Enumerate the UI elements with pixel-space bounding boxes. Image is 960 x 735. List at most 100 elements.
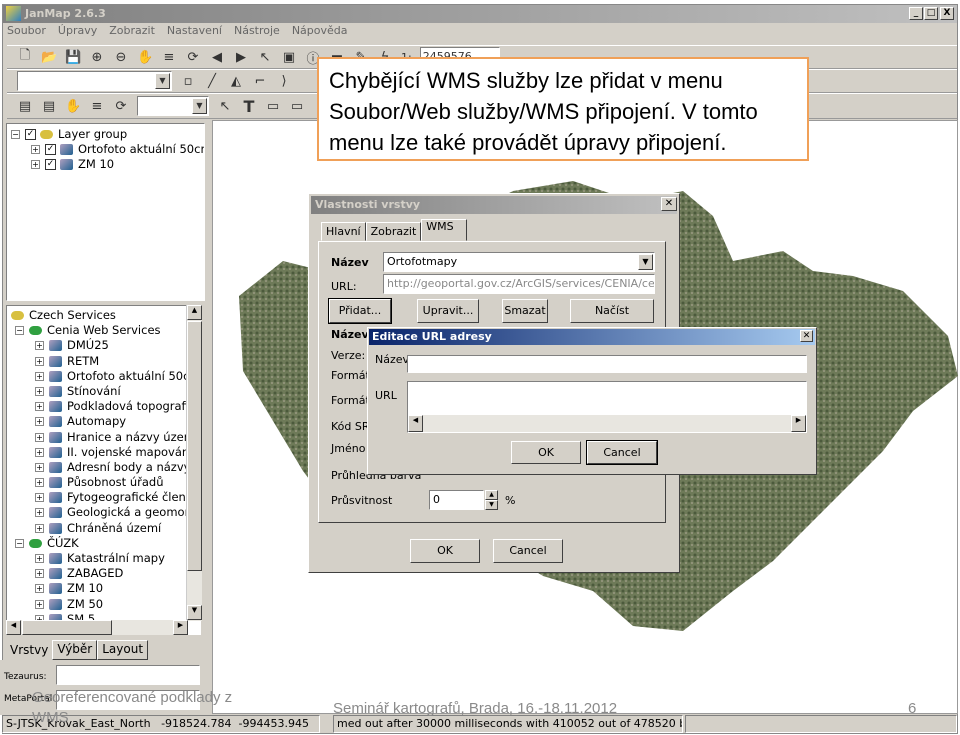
expand-icon[interactable]: + xyxy=(35,599,44,609)
url-name-input[interactable] xyxy=(407,355,807,373)
expand-icon[interactable]: + xyxy=(35,508,44,518)
refresh-icon[interactable]: ⟳ xyxy=(185,50,201,65)
expand-icon[interactable]: + xyxy=(35,447,44,457)
tab-zobrazit[interactable]: Zobrazit xyxy=(365,222,422,241)
text-tool-icon[interactable]: T xyxy=(241,97,257,116)
edit-button[interactable]: Upravit... xyxy=(417,299,479,323)
spin-down-icon[interactable]: ▼ xyxy=(485,500,498,510)
pan-icon[interactable]: ✋ xyxy=(137,50,153,65)
tree-item-service[interactable]: + ZM 50 xyxy=(11,597,200,612)
collapse-icon[interactable]: − xyxy=(15,538,24,548)
scroll-thumb[interactable] xyxy=(187,321,202,571)
zoom-in-icon[interactable]: ⊕ xyxy=(89,50,105,65)
scroll-left-icon[interactable]: ◀ xyxy=(6,620,21,635)
checkbox[interactable]: ✓ xyxy=(25,129,36,140)
tree-item-layer[interactable]: + ✓ Ortofoto aktuální 50cm xyxy=(11,142,204,157)
tab-vyber[interactable]: Výběr xyxy=(52,640,98,660)
expand-icon[interactable]: + xyxy=(35,371,44,381)
close-icon[interactable]: ✕ xyxy=(800,330,813,342)
layout-zoom-out-icon[interactable]: ▤ xyxy=(41,99,57,114)
tree-item-layer[interactable]: + ✓ ZM 10 xyxy=(11,157,204,172)
close-button[interactable]: X xyxy=(940,7,954,20)
tree-item-service[interactable]: + Geologická a geomorfol xyxy=(11,505,200,520)
collapse-icon[interactable]: − xyxy=(15,326,24,336)
tree-item-service[interactable]: + II. vojenské mapování xyxy=(11,445,200,460)
expand-icon[interactable]: + xyxy=(35,462,44,472)
zoom-out-icon[interactable]: ⊖ xyxy=(113,50,129,65)
tab-layout[interactable]: Layout xyxy=(97,640,149,660)
menu-napoveda[interactable]: Nápověda xyxy=(292,24,348,37)
scroll-thumb[interactable] xyxy=(22,620,112,635)
tree-item-service[interactable]: + Působnost úřadů xyxy=(11,475,200,490)
scroll-up-icon[interactable]: ▲ xyxy=(187,305,202,320)
split-icon[interactable]: ⟩ xyxy=(276,74,292,89)
layout-select-icon[interactable]: ↖ xyxy=(217,99,233,114)
layout-refresh-icon[interactable]: ⟳ xyxy=(113,99,129,114)
select-rect-icon[interactable]: ▣ xyxy=(281,50,297,65)
tree-item-service[interactable]: + ZM 10 xyxy=(11,581,200,596)
tree-item-service[interactable]: − Cenia Web Services xyxy=(11,323,200,338)
tree-item-service[interactable]: + Stínování xyxy=(11,384,200,399)
line-icon[interactable]: ╱ xyxy=(204,74,220,89)
layout-zoom-in-icon[interactable]: ▤ xyxy=(17,99,33,114)
tab-wms[interactable]: WMS xyxy=(421,219,467,241)
chevron-down-icon[interactable]: ▼ xyxy=(638,254,653,270)
horizontal-scrollbar[interactable]: ◀ ▶ xyxy=(6,620,188,635)
tree-item-service[interactable]: + Adresní body a názvy ul xyxy=(11,460,200,475)
horizontal-scrollbar[interactable]: ◀ ▶ xyxy=(408,415,806,432)
menu-soubor[interactable]: Soubor xyxy=(7,24,46,37)
expand-icon[interactable]: + xyxy=(35,432,44,442)
menu-nastaveni[interactable]: Nastavení xyxy=(167,24,222,37)
expand-icon[interactable]: + xyxy=(31,160,40,170)
expand-icon[interactable]: + xyxy=(31,145,40,155)
scalebar-icon[interactable]: ▭ xyxy=(265,99,281,114)
select-icon[interactable]: ↖ xyxy=(257,50,273,65)
scroll-right-icon[interactable]: ▶ xyxy=(791,415,806,432)
point-icon[interactable]: ▫ xyxy=(180,74,196,89)
expand-icon[interactable]: + xyxy=(35,417,44,427)
expand-icon[interactable]: + xyxy=(35,402,44,412)
menu-upravy[interactable]: Úpravy xyxy=(58,24,97,37)
expand-icon[interactable]: + xyxy=(35,341,44,351)
ok-button[interactable]: OK xyxy=(410,539,480,563)
expand-icon[interactable]: + xyxy=(35,493,44,503)
new-icon[interactable]: 🗋 xyxy=(17,46,33,68)
polygon-icon[interactable]: ◭ xyxy=(228,74,244,89)
tree-item-service[interactable]: + Fytogeografické členění xyxy=(11,490,200,505)
add-button[interactable]: Přidat... xyxy=(328,298,392,324)
layout-load-icon[interactable]: ≡ xyxy=(89,99,105,114)
checkbox[interactable]: ✓ xyxy=(45,144,56,156)
vertical-scrollbar[interactable]: ▲ ▼ xyxy=(186,305,202,621)
tree-item-service[interactable]: + Ortofoto aktuální 50cm xyxy=(11,369,200,384)
spin-up-icon[interactable]: ▲ xyxy=(485,490,498,500)
tab-vrstvy[interactable]: Vrstvy xyxy=(6,640,53,660)
tree-item-service[interactable]: + ZABAGED xyxy=(11,566,200,581)
tezaurus-input[interactable] xyxy=(56,665,200,685)
expand-icon[interactable]: + xyxy=(35,478,44,488)
cancel-button[interactable]: Cancel xyxy=(586,440,658,465)
expand-icon[interactable]: + xyxy=(35,569,44,579)
vertex-icon[interactable]: ⌐ xyxy=(252,74,268,89)
tree-item-service[interactable]: + Automapy xyxy=(11,414,200,429)
cancel-button[interactable]: Cancel xyxy=(493,539,563,563)
collapse-icon[interactable]: − xyxy=(11,130,20,139)
expand-icon[interactable]: + xyxy=(35,356,44,366)
forward-icon[interactable]: ▶ xyxy=(233,50,249,65)
expand-icon[interactable]: + xyxy=(35,554,44,563)
tree-item-service[interactable]: + Podkladová topografická xyxy=(11,399,200,414)
tree-item-layer-group[interactable]: − ✓ Layer group xyxy=(11,127,204,142)
scroll-right-icon[interactable]: ▶ xyxy=(173,620,188,635)
tab-hlavni[interactable]: Hlavní xyxy=(321,222,366,241)
tree-item-service[interactable]: Czech Services xyxy=(11,308,200,323)
layer-select[interactable]: ▼ xyxy=(17,71,172,91)
legend-icon[interactable]: ▭ xyxy=(289,99,305,114)
load-properties-button[interactable]: Načíst vlastnosti xyxy=(570,299,654,339)
expand-icon[interactable]: + xyxy=(35,386,44,396)
expand-icon[interactable]: + xyxy=(35,523,44,533)
chevron-down-icon[interactable]: ▼ xyxy=(155,73,170,89)
delete-button[interactable]: Smazat xyxy=(502,299,548,323)
close-icon[interactable]: ✕ xyxy=(661,197,677,211)
tree-item-service[interactable]: + DMÚ25 xyxy=(11,338,200,353)
menu-nastroje[interactable]: Nástroje xyxy=(234,24,280,37)
open-icon[interactable]: 📂 xyxy=(41,50,57,65)
